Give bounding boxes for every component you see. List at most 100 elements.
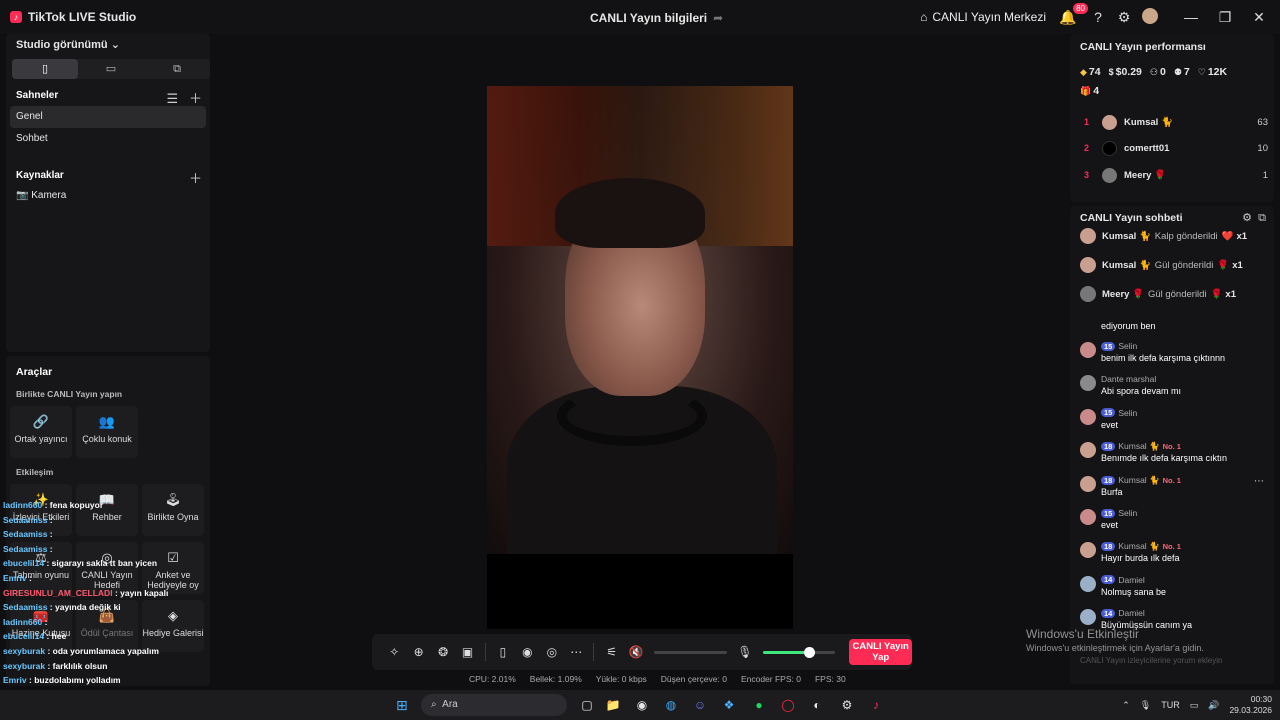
- overlay-chat-message: Sedaamiss :: [3, 529, 53, 539]
- microphone-icon[interactable]: 🎙: [733, 645, 757, 659]
- home-icon: ⌂: [920, 10, 928, 24]
- message-user[interactable]: Selin: [1118, 408, 1137, 418]
- add-source-icon[interactable]: ⊕: [406, 645, 430, 659]
- message-user[interactable]: Kumsal 🐈: [1118, 541, 1159, 552]
- audio-settings-icon[interactable]: ⚟: [599, 645, 623, 659]
- source-item-camera[interactable]: 📷 Kamera: [10, 185, 206, 207]
- co-host-button[interactable]: 🔗 Ortak yayıncı: [10, 406, 72, 458]
- overlay-chat-message: ladinn660 :: [3, 617, 47, 627]
- avatar[interactable]: [1080, 475, 1096, 492]
- viewer-effects-button[interactable]: ✨ İzleyici Etkileri: [10, 484, 72, 536]
- chrome-icon[interactable]: ◉: [633, 697, 651, 713]
- settings-icon[interactable]: ⚙: [838, 697, 856, 713]
- gift-icon: 🎁: [1080, 86, 1092, 96]
- ranking-row[interactable]: 1 Kumsal 🐈 63: [1084, 112, 1268, 132]
- system-tray: ⌃ 🎙 TUR ▭ 🔊 00:30 29.03.2026: [1122, 694, 1272, 716]
- guide-button[interactable]: 📖 Rehber: [76, 484, 138, 536]
- opera-icon[interactable]: ◯: [779, 697, 797, 713]
- avatar[interactable]: [1080, 408, 1096, 425]
- live-info-button[interactable]: CANLI Yayın bilgileri ➦: [590, 11, 723, 25]
- app-icon[interactable]: ❖: [720, 697, 738, 713]
- chat-input[interactable]: CANLI Yayın izleyicilerine yorum ekleyin: [1076, 650, 1256, 672]
- discord-icon[interactable]: ☺: [691, 697, 709, 713]
- windows-start-icon[interactable]: ⊞: [396, 697, 412, 713]
- go-live-button[interactable]: CANLI Yayın Yap: [849, 639, 912, 665]
- settings-gear-icon[interactable]: ⚙: [1114, 9, 1134, 26]
- scenes-title: Sahneler: [16, 90, 59, 101]
- clock[interactable]: 00:30 29.03.2026: [1229, 694, 1272, 716]
- maximize-button[interactable]: ❐: [1208, 9, 1242, 26]
- scene-item-genel[interactable]: Genel: [10, 106, 206, 128]
- message-user[interactable]: Selin: [1118, 508, 1137, 518]
- ranking-row[interactable]: 3 Meery 🌹 1: [1084, 165, 1268, 185]
- message-user[interactable]: Kumsal 🐈: [1118, 475, 1159, 486]
- speaker-volume-slider[interactable]: [654, 650, 727, 654]
- message-text: Hayır burda ılk defa: [1101, 553, 1180, 564]
- message-user[interactable]: Selin: [1118, 341, 1137, 351]
- layout-icon[interactable]: ▣: [455, 645, 479, 659]
- network-icon[interactable]: ▭: [1190, 700, 1199, 711]
- avatar[interactable]: [1080, 575, 1096, 592]
- avatar: [1080, 286, 1096, 302]
- microphone-tray-icon[interactable]: 🎙: [1140, 700, 1151, 711]
- file-explorer-icon[interactable]: 📁: [604, 697, 622, 713]
- message-user[interactable]: Damiel: [1118, 575, 1144, 585]
- avatar[interactable]: [1080, 442, 1096, 459]
- record-icon[interactable]: ◉: [515, 645, 539, 659]
- mic-level-knob[interactable]: [803, 646, 815, 658]
- notification-button[interactable]: 🔔 80: [1058, 2, 1088, 26]
- effects-icon[interactable]: ❂: [431, 645, 455, 659]
- multi-guest-button[interactable]: 👥 Çoklu konuk: [76, 406, 138, 458]
- magic-wand-icon[interactable]: ✧: [382, 645, 406, 659]
- message-user[interactable]: Dante marshal: [1101, 374, 1156, 384]
- tiktok-live-icon[interactable]: ♪: [867, 697, 885, 713]
- portrait-layout-icon[interactable]: ▯: [12, 59, 78, 79]
- camera-feed: [487, 86, 793, 554]
- chevron-up-icon[interactable]: ⌃: [1122, 700, 1130, 711]
- obs-icon[interactable]: ◐: [808, 697, 826, 713]
- more-options-icon[interactable]: ⋯: [1254, 476, 1264, 487]
- gift-gallery-button[interactable]: ◈ Hediye Galerisi: [142, 600, 204, 652]
- video-preview[interactable]: [487, 86, 793, 629]
- taskbar-search[interactable]: ⌕ Ara: [421, 694, 567, 716]
- avatar[interactable]: [1080, 542, 1096, 559]
- title-bar: ♪ TikTok LIVE Studio CANLI Yayın bilgile…: [0, 0, 1280, 34]
- spotify-icon[interactable]: ●: [750, 697, 768, 713]
- phone-icon[interactable]: ▯: [491, 645, 515, 659]
- studio-view-dropdown[interactable]: Studio görünümü ⌄: [16, 38, 120, 51]
- scene-item-sohbet[interactable]: Sohbet: [10, 128, 206, 150]
- overlay-chat-message: Sedaamiss :: [3, 544, 53, 554]
- play-together-button[interactable]: 🕹 Birlikte Oyna: [142, 484, 204, 536]
- chat-title: CANLI Yayın sohbeti: [1080, 212, 1183, 224]
- popout-icon[interactable]: ⧉: [1258, 212, 1266, 224]
- live-center-button[interactable]: ⌂ CANLI Yayın Merkezi: [920, 10, 1046, 24]
- avatar[interactable]: [1080, 342, 1096, 358]
- overlay-chat-user: GIRESUNLU_AM_CELLADI: [3, 587, 113, 598]
- tiktok-logo-icon: ♪: [10, 11, 22, 23]
- profile-avatar[interactable]: [1140, 7, 1160, 27]
- followers-value: 7: [1183, 66, 1190, 78]
- volume-icon[interactable]: 🔊: [1208, 700, 1219, 711]
- help-icon[interactable]: ?: [1088, 9, 1108, 25]
- mic-volume-slider[interactable]: [763, 646, 836, 658]
- avatar[interactable]: [1080, 509, 1096, 525]
- add-scene-icon[interactable]: ＋: [189, 91, 202, 106]
- edge-icon[interactable]: ◍: [662, 697, 680, 713]
- camera-settings-icon[interactable]: ◎: [540, 645, 564, 659]
- avatar[interactable]: [1080, 609, 1096, 626]
- message-user[interactable]: Kumsal 🐈: [1118, 441, 1159, 452]
- language-indicator[interactable]: TUR: [1161, 700, 1180, 710]
- task-view-icon[interactable]: ▢: [578, 697, 596, 713]
- list-icon[interactable]: ☰: [166, 91, 178, 106]
- close-button[interactable]: ✕: [1242, 9, 1276, 26]
- chat-settings-icon[interactable]: ⚙: [1242, 212, 1252, 224]
- avatar[interactable]: [1080, 375, 1096, 392]
- dual-layout-icon[interactable]: ⧉: [144, 59, 210, 79]
- minimize-button[interactable]: —: [1174, 9, 1208, 25]
- message-user[interactable]: Damiel: [1118, 608, 1144, 618]
- more-icon[interactable]: ⋯: [564, 645, 588, 659]
- gift-sender: Kumsal 🐈: [1102, 230, 1151, 242]
- ranking-row[interactable]: 2 comertt01 10: [1084, 138, 1268, 158]
- landscape-layout-icon[interactable]: ▭: [78, 59, 144, 79]
- speaker-muted-icon[interactable]: 🔇: [624, 645, 648, 659]
